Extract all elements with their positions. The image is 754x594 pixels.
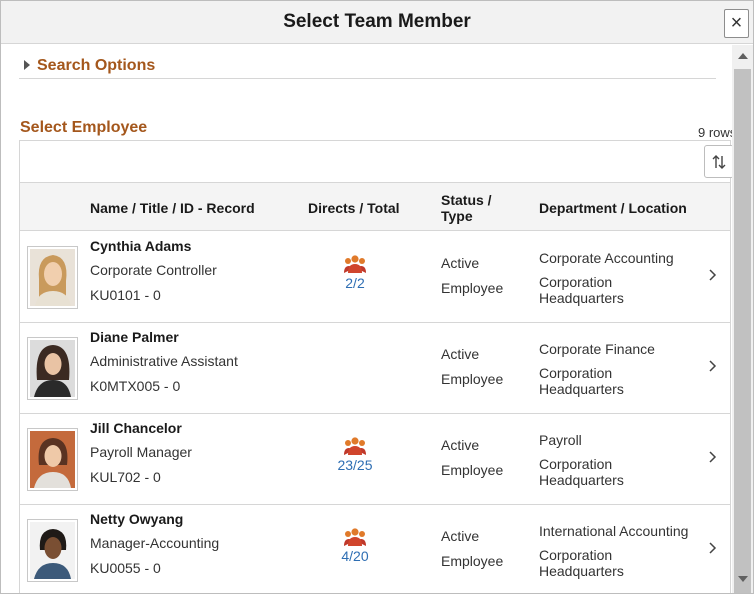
employee-title: Manager-Accounting [90,535,220,551]
employee-status: Active [441,437,480,453]
employee-type: Employee [441,371,504,387]
employee-location: Corporation Headquarters [539,274,624,306]
directs-cell: 23/25 [325,436,385,473]
employee-photo [27,428,78,491]
select-team-member-dialog: Select Team Member × Search Options Sele… [0,0,754,594]
employee-location: Corporation Headquarters [539,365,624,397]
employee-location: Corporation Headquarters [539,547,624,579]
scroll-down-arrow-icon[interactable] [738,576,748,582]
chevron-right-icon[interactable] [706,359,718,373]
dialog-title: Select Team Member [283,11,471,32]
employee-name: Cynthia Adams [90,238,192,254]
table-row[interactable]: Netty Owyang Manager-Accounting KU0055 -… [20,505,730,593]
employee-name: Jill Chancelor [90,420,182,436]
close-button[interactable]: × [724,9,749,38]
employee-id: K0MTX005 - 0 [90,378,181,394]
employee-id: KU0101 - 0 [90,287,161,303]
header-status: Status / Type [441,192,492,224]
grid-header: Name / Title / ID - Record Directs / Tot… [20,183,730,231]
employee-status: Active [441,346,480,362]
row-count: 9 rows [698,125,737,140]
employee-type: Employee [441,462,504,478]
table-row[interactable]: Cynthia Adams Corporate Controller KU010… [20,232,730,323]
team-icon [344,528,366,546]
header-directs: Directs / Total [308,200,400,216]
employee-type: Employee [441,280,504,296]
sort-arrows-icon [712,155,726,169]
table-row[interactable]: Diane Palmer Administrative Assistant K0… [20,323,730,414]
grid-toolbar [20,141,734,183]
table-row[interactable]: Jill Chancelor Payroll Manager KUL702 - … [20,414,730,505]
employee-title: Administrative Assistant [90,353,238,369]
team-icon [344,437,366,455]
directs-cell: 4/20 [325,527,385,564]
employee-title: Corporate Controller [90,262,217,278]
chevron-right-icon[interactable] [706,450,718,464]
directs-link[interactable]: 23/25 [325,457,385,473]
vertical-scrollbar[interactable] [732,45,753,593]
close-icon: × [730,12,743,34]
dialog-titlebar: Select Team Member × [1,1,753,44]
employee-portrait [30,522,75,579]
scroll-up-arrow-icon[interactable] [738,53,748,59]
directs-link[interactable]: 2/2 [325,275,385,291]
employee-name: Diane Palmer [90,329,179,345]
employee-department: Payroll [539,432,582,448]
employee-grid: Name / Title / ID - Record Directs / Tot… [19,140,734,593]
employee-id: KUL702 - 0 [90,469,161,485]
header-status-line2: Type [441,208,473,224]
header-name: Name / Title / ID - Record [90,200,255,216]
employee-type: Employee [441,553,504,569]
employee-status: Active [441,528,480,544]
employee-department: Corporate Finance [539,341,655,357]
directs-link[interactable]: 4/20 [325,548,385,564]
employee-department: International Accounting [539,523,689,539]
search-options-label: Search Options [37,57,156,74]
section-title: Select Employee [20,119,148,136]
employee-photo [27,519,78,582]
scrollbar-thumb[interactable] [734,69,751,593]
employee-name: Netty Owyang [90,511,184,527]
employee-portrait [30,431,75,488]
sort-button[interactable] [704,145,734,178]
employee-portrait [30,340,75,397]
employee-id: KU0055 - 0 [90,560,161,576]
employee-location: Corporation Headquarters [539,456,624,488]
chevron-right-icon[interactable] [706,268,718,282]
search-options-toggle[interactable]: Search Options [19,56,716,79]
employee-department: Corporate Accounting [539,250,674,266]
header-department: Department / Location [539,200,687,216]
employee-photo [27,337,78,400]
employee-portrait [30,249,75,306]
employee-title: Payroll Manager [90,444,192,460]
chevron-right-icon[interactable] [706,541,718,555]
directs-cell: 2/2 [325,254,385,291]
triangle-right-icon [24,60,30,70]
employee-status: Active [441,255,480,271]
team-icon [344,255,366,273]
employee-photo [27,246,78,309]
header-status-line1: Status / [441,192,492,208]
